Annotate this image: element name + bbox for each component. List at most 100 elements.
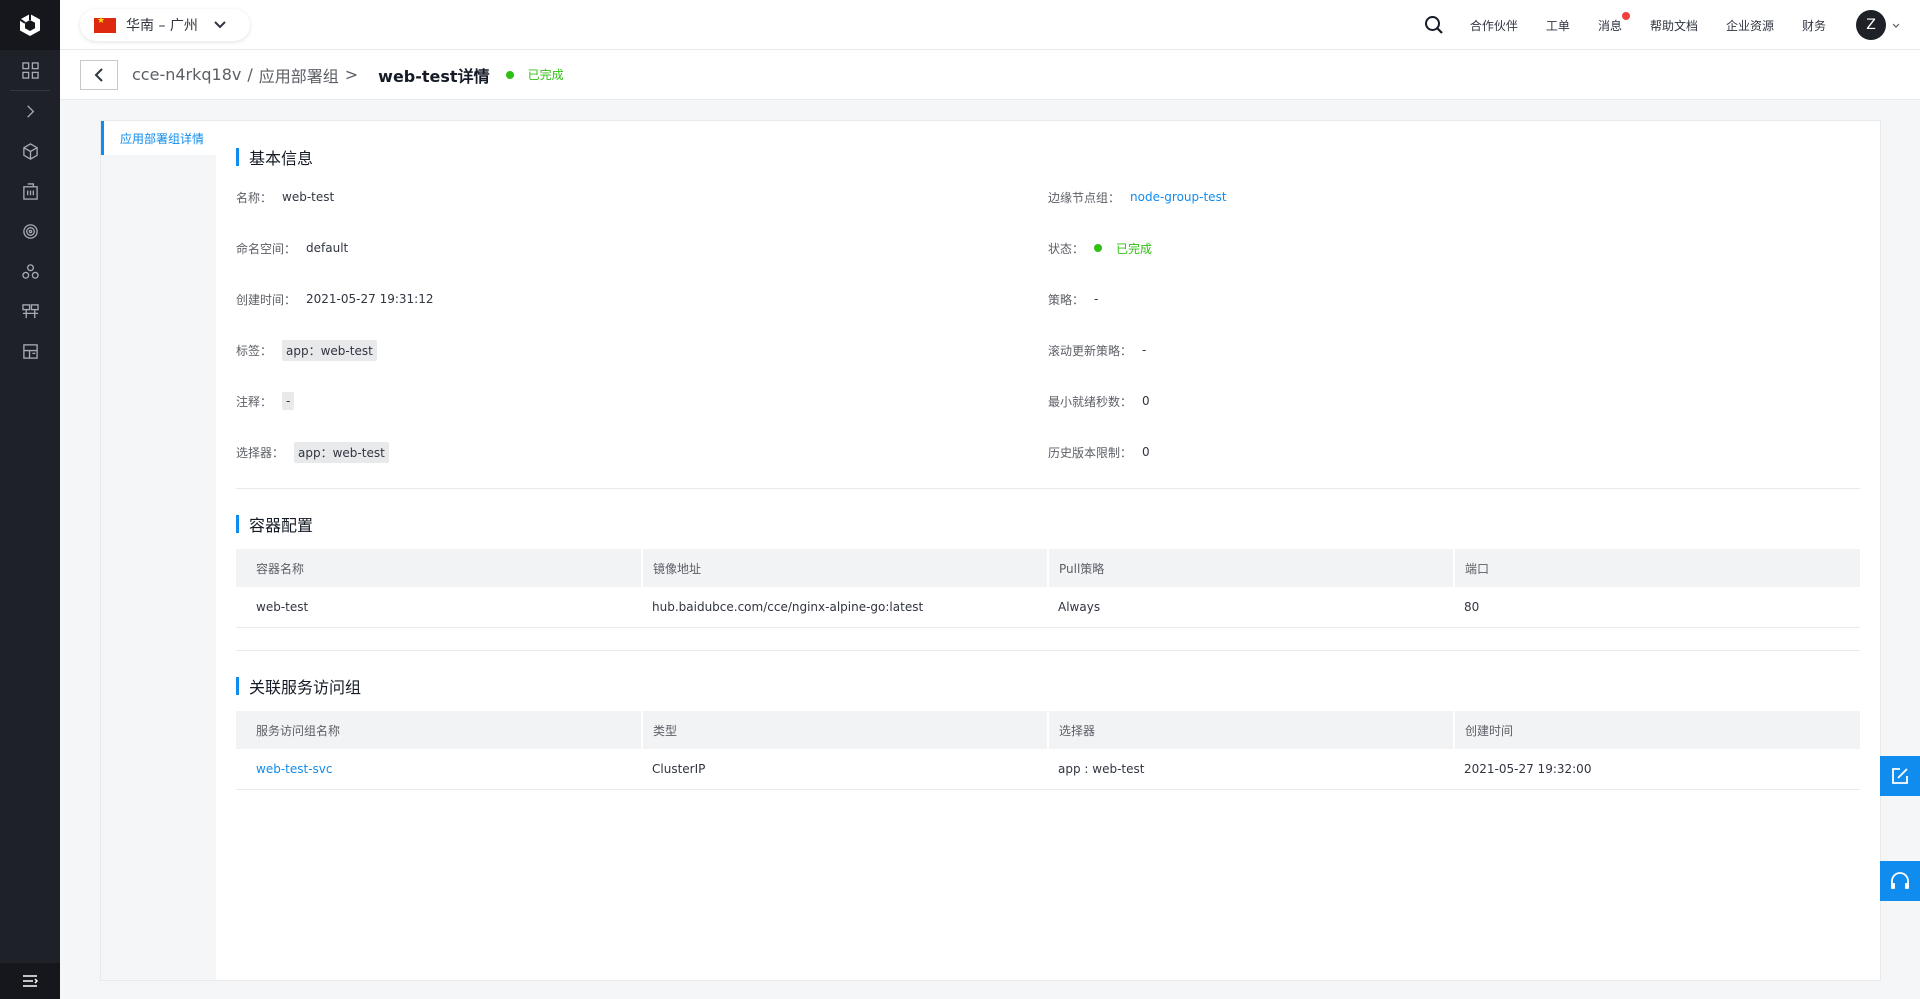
breadcrumb-separator: > bbox=[344, 65, 359, 84]
status-value: 已完成 bbox=[1116, 241, 1153, 256]
breadcrumb-separator: / bbox=[247, 65, 253, 84]
region-selector[interactable]: 华南 – 广州 bbox=[80, 9, 250, 41]
building-icon[interactable] bbox=[0, 171, 60, 211]
notification-dot bbox=[1621, 11, 1630, 20]
cube-icon[interactable] bbox=[0, 131, 60, 171]
search-icon[interactable] bbox=[1424, 15, 1444, 35]
nav-tickets[interactable]: 工单 bbox=[1546, 17, 1570, 34]
field-value: 0 bbox=[1142, 445, 1150, 459]
page-title: web-test详情 bbox=[378, 66, 490, 86]
chevron-down-icon bbox=[214, 21, 226, 29]
top-nav: 合作伙伴 工单 消息 帮助文档 企业资源 财务 Z bbox=[1424, 0, 1900, 50]
field-key: 选择器： bbox=[236, 445, 285, 460]
field-rolling-update: 滚动更新策略： - bbox=[1048, 340, 1146, 360]
nav-enterprise[interactable]: 企业资源 bbox=[1726, 17, 1774, 34]
headset-icon bbox=[1891, 872, 1909, 889]
nav-partners[interactable]: 合作伙伴 bbox=[1470, 17, 1518, 34]
field-key: 滚动更新策略： bbox=[1048, 343, 1133, 358]
menu-icon[interactable] bbox=[0, 963, 60, 999]
nav-help-docs[interactable]: 帮助文档 bbox=[1650, 17, 1698, 34]
field-value: - bbox=[1094, 292, 1099, 306]
field-key: 命名空间： bbox=[236, 241, 297, 256]
field-annotations: 注释： - bbox=[236, 391, 295, 411]
table-cell: ClusterIP bbox=[642, 749, 1048, 790]
table-cell: 2021-05-27 19:32:00 bbox=[1454, 749, 1860, 790]
annotation-tag: - bbox=[282, 392, 295, 410]
services-table: 服务访问组名称 类型 选择器 创建时间 web-test-svc Cluster… bbox=[236, 711, 1860, 790]
nav-messages-label: 消息 bbox=[1597, 18, 1622, 33]
field-key: 最小就绪秒数： bbox=[1048, 394, 1133, 409]
breadcrumb-section[interactable]: 应用部署组 bbox=[259, 63, 339, 87]
field-value: - bbox=[1142, 343, 1147, 357]
table-header-row: 容器名称 镜像地址 Pull策略 端口 bbox=[236, 549, 1860, 587]
subnav-item-detail[interactable]: 应用部署组详情 bbox=[101, 121, 216, 155]
column-header: 类型 bbox=[642, 711, 1049, 749]
chevron-right-icon[interactable] bbox=[0, 91, 60, 131]
nav-finance[interactable]: 财务 bbox=[1802, 17, 1826, 34]
label-tag: app：web-test bbox=[282, 339, 377, 361]
edit-icon bbox=[1892, 768, 1908, 784]
network-icon[interactable] bbox=[0, 291, 60, 331]
chevron-down-icon[interactable] bbox=[1892, 23, 1900, 28]
nav-messages[interactable]: 消息 bbox=[1597, 11, 1630, 34]
divider bbox=[236, 650, 1860, 651]
field-history-limit: 历史版本限制： 0 bbox=[1048, 442, 1150, 462]
containers-table: 容器名称 镜像地址 Pull策略 端口 web-test hub.baidubc… bbox=[236, 549, 1860, 628]
field-key: 名称： bbox=[236, 190, 273, 205]
field-status: 状态： 已完成 bbox=[1048, 238, 1152, 258]
section-title-containers: 容器配置 bbox=[236, 514, 313, 535]
sub-nav: 应用部署组详情 bbox=[101, 121, 216, 980]
field-strategy: 策略： - bbox=[1048, 289, 1098, 309]
divider bbox=[236, 488, 1860, 489]
field-value: 2021-05-27 19:31:12 bbox=[306, 292, 434, 306]
column-header: 端口 bbox=[1454, 549, 1860, 587]
field-node-group: 边缘节点组： node-group-test bbox=[1048, 187, 1227, 207]
china-flag-icon bbox=[94, 16, 116, 33]
field-value: 0 bbox=[1142, 394, 1150, 408]
target-icon[interactable] bbox=[0, 211, 60, 251]
field-created: 创建时间： 2021-05-27 19:31:12 bbox=[236, 289, 433, 309]
field-name: 名称： web-test bbox=[236, 187, 334, 207]
table-cell: app : web-test bbox=[1048, 749, 1454, 790]
column-header: 选择器 bbox=[1048, 711, 1455, 749]
column-header: 镜像地址 bbox=[642, 549, 1049, 587]
storage-icon[interactable] bbox=[0, 331, 60, 371]
status-dot bbox=[1094, 244, 1103, 252]
field-min-ready: 最小就绪秒数： 0 bbox=[1048, 391, 1150, 411]
breadcrumb-cluster[interactable]: cce-n4rkq18v bbox=[132, 65, 241, 84]
page-header: cce-n4rkq18v / 应用部署组 > web-test详情 已完成 bbox=[60, 50, 1920, 100]
field-namespace: 命名空间： default bbox=[236, 238, 348, 258]
table-cell: 80 bbox=[1454, 587, 1860, 628]
region-label: 华南 – 广州 bbox=[126, 18, 198, 34]
field-key: 标签： bbox=[236, 343, 273, 358]
section-title-basic: 基本信息 bbox=[236, 147, 313, 168]
left-rail bbox=[0, 0, 60, 999]
column-header: Pull策略 bbox=[1048, 549, 1455, 587]
field-key: 状态： bbox=[1048, 241, 1085, 256]
selector-tag: app：web-test bbox=[294, 441, 389, 463]
logo-icon[interactable] bbox=[0, 0, 60, 50]
table-header-row: 服务访问组名称 类型 选择器 创建时间 bbox=[236, 711, 1860, 749]
back-button[interactable] bbox=[80, 59, 118, 90]
top-bar: 华南 – 广州 合作伙伴 工单 消息 帮助文档 企业资源 财务 Z bbox=[60, 0, 1920, 50]
field-key: 历史版本限制： bbox=[1048, 445, 1133, 460]
detail-card: 应用部署组详情 基本信息 名称： web-test 命名空间： default 创建… bbox=[100, 120, 1881, 981]
back-icon bbox=[94, 67, 103, 82]
field-key: 创建时间： bbox=[236, 292, 297, 307]
table-cell: Always bbox=[1048, 587, 1454, 628]
grid-icon[interactable] bbox=[0, 50, 60, 90]
service-link[interactable]: web-test-svc bbox=[236, 749, 642, 790]
support-button[interactable] bbox=[1880, 861, 1920, 901]
node-group-link[interactable]: node-group-test bbox=[1130, 190, 1227, 204]
avatar[interactable]: Z bbox=[1856, 10, 1886, 40]
column-header: 服务访问组名称 bbox=[236, 711, 643, 749]
feedback-button[interactable] bbox=[1880, 756, 1920, 796]
table-row: web-test hub.baidubce.com/cce/nginx-alpi… bbox=[236, 587, 1860, 628]
users-icon[interactable] bbox=[0, 251, 60, 291]
field-labels: 标签： app：web-test bbox=[236, 339, 377, 361]
field-key: 边缘节点组： bbox=[1048, 190, 1121, 205]
section-title-services: 关联服务访问组 bbox=[236, 676, 361, 697]
field-key: 策略： bbox=[1048, 292, 1085, 307]
table-cell: web-test bbox=[236, 587, 642, 628]
field-key: 注释： bbox=[236, 394, 273, 409]
